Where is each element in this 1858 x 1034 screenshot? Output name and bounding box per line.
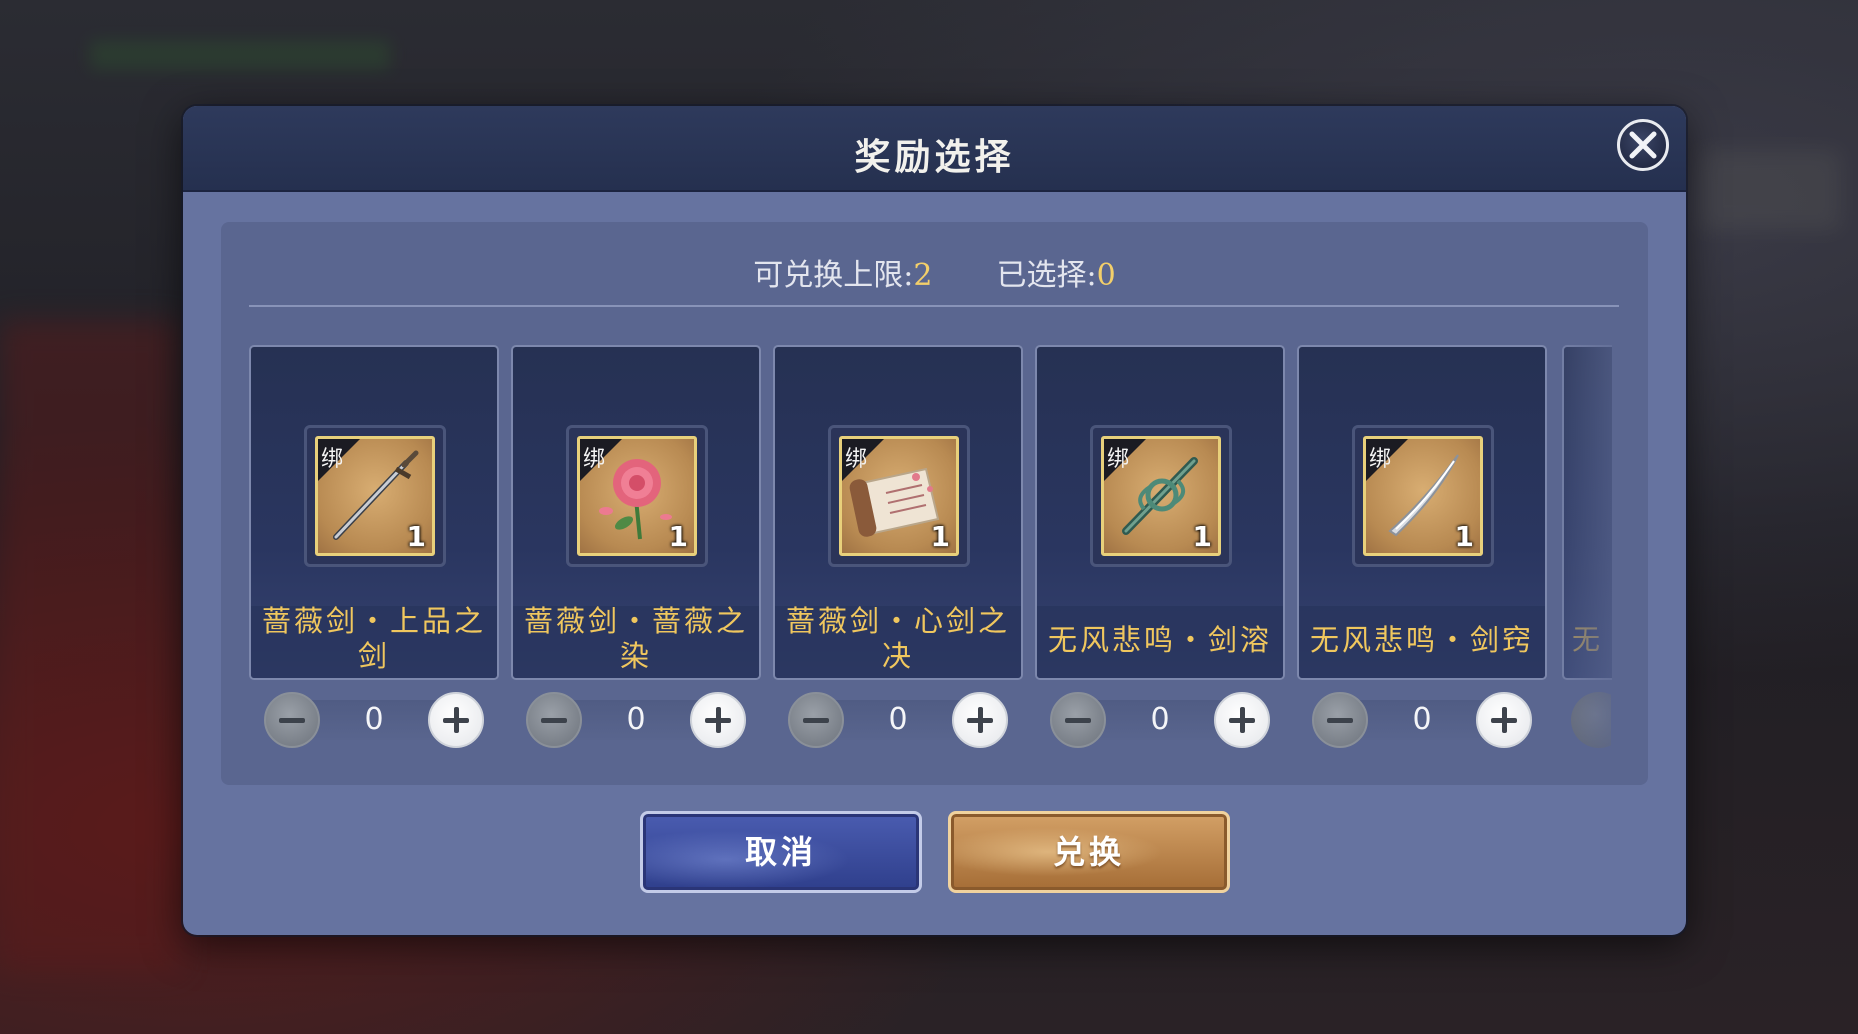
- minus-button[interactable]: [1312, 692, 1368, 748]
- limit-value: 2: [913, 258, 933, 293]
- item-icon: 绑 1: [315, 436, 435, 556]
- item-name-line: 染: [619, 639, 652, 673]
- bind-tag: 绑: [321, 447, 344, 472]
- plus-button[interactable]: [690, 692, 746, 748]
- minus-button[interactable]: [1050, 692, 1106, 748]
- item-name-line: 蔷薇剑・上品之: [261, 604, 486, 638]
- item-slot[interactable]: 绑 1: [304, 425, 446, 567]
- item-slot[interactable]: 绑 1: [828, 425, 970, 567]
- quantity-value: 0: [626, 702, 646, 737]
- item-count: 1: [668, 520, 688, 553]
- item-count: 1: [1454, 520, 1474, 553]
- reward-card[interactable]: 绑 1 无风悲鸣・剑窍: [1297, 345, 1547, 680]
- reward-select-dialog: 奖励选择 可兑换上限:2 已选择:0 绑 1 蔷薇剑・上品之 剑 0 绑 1 蔷…: [183, 106, 1686, 935]
- selected-label: 已选择:: [996, 258, 1097, 293]
- item-slot[interactable]: 绑 1: [1090, 425, 1232, 567]
- close-button[interactable]: [1617, 119, 1669, 171]
- exchange-stats: 可兑换上限:2 已选择:0: [221, 250, 1648, 294]
- item-icon: 绑 1: [839, 436, 959, 556]
- item-icon: 绑 1: [1363, 436, 1483, 556]
- plus-button[interactable]: [952, 692, 1008, 748]
- background-bar: [90, 40, 390, 70]
- close-icon: [1629, 131, 1657, 159]
- limit-label: 可兑换上限:: [753, 258, 914, 293]
- background-shape: [1700, 150, 1840, 230]
- item-name-line: 剑: [357, 639, 390, 673]
- item-name: 蔷薇剑・上品之剑: [251, 604, 497, 674]
- item-name-line: 蔷薇剑・心剑之: [785, 604, 1010, 638]
- bind-tag: 绑: [845, 447, 868, 472]
- bind-tag: 绑: [583, 447, 606, 472]
- minus-button[interactable]: [264, 692, 320, 748]
- dialog-title: 奖励选择: [854, 136, 1015, 178]
- item-name-line: 无风悲鸣・剑窍: [1309, 623, 1534, 657]
- reward-card[interactable]: 绑 1 蔷薇剑・上品之剑: [249, 345, 499, 680]
- selected-value: 0: [1096, 258, 1116, 293]
- item-icon: 绑 1: [577, 436, 697, 556]
- plus-button[interactable]: [1214, 692, 1270, 748]
- item-name: 无风悲鸣・剑窍: [1299, 623, 1545, 658]
- minus-button[interactable]: [788, 692, 844, 748]
- plus-button[interactable]: [1476, 692, 1532, 748]
- background-shape: [0, 320, 180, 970]
- item-slot[interactable]: 绑 1: [1352, 425, 1494, 567]
- quantity-value: 0: [888, 702, 908, 737]
- quantity-stepper: 0: [788, 692, 1008, 748]
- reward-card[interactable]: 绑 1 蔷薇剑・心剑之决: [773, 345, 1023, 680]
- bind-tag: 绑: [1369, 447, 1392, 472]
- item-name-line: 无风悲鸣・剑溶: [1047, 623, 1272, 657]
- quantity-stepper: 0: [1312, 692, 1532, 748]
- quantity-stepper: 0: [526, 692, 746, 748]
- item-name: 蔷薇剑・心剑之决: [775, 604, 1021, 674]
- reward-card[interactable]: 绑 1 蔷薇剑・蔷薇之染: [511, 345, 761, 680]
- plus-button[interactable]: [428, 692, 484, 748]
- scroll-fade: [1551, 332, 1648, 772]
- divider: [249, 305, 1619, 307]
- quantity-value: 0: [1150, 702, 1170, 737]
- minus-button[interactable]: [526, 692, 582, 748]
- dialog-header: 奖励选择: [183, 106, 1686, 192]
- bind-tag: 绑: [1107, 447, 1130, 472]
- item-name: 蔷薇剑・蔷薇之染: [513, 604, 759, 674]
- reward-card[interactable]: 绑 1 无风悲鸣・剑溶: [1035, 345, 1285, 680]
- item-name-line: 决: [881, 639, 914, 673]
- item-name: 无风悲鸣・剑溶: [1037, 623, 1283, 658]
- quantity-value: 0: [1412, 702, 1432, 737]
- item-icon: 绑 1: [1101, 436, 1221, 556]
- cancel-button[interactable]: 取消: [640, 811, 922, 893]
- quantity-stepper: 0: [264, 692, 484, 748]
- item-count: 1: [406, 520, 426, 553]
- item-slot[interactable]: 绑 1: [566, 425, 708, 567]
- reward-panel: 可兑换上限:2 已选择:0 绑 1 蔷薇剑・上品之剑 0 绑 1 蔷薇剑・蔷薇之…: [221, 222, 1648, 785]
- quantity-stepper: 0: [1050, 692, 1270, 748]
- item-count: 1: [930, 520, 950, 553]
- exchange-button[interactable]: 兑换: [948, 811, 1230, 893]
- item-count: 1: [1192, 520, 1212, 553]
- quantity-value: 0: [364, 702, 384, 737]
- item-name-line: 蔷薇剑・蔷薇之: [523, 604, 748, 638]
